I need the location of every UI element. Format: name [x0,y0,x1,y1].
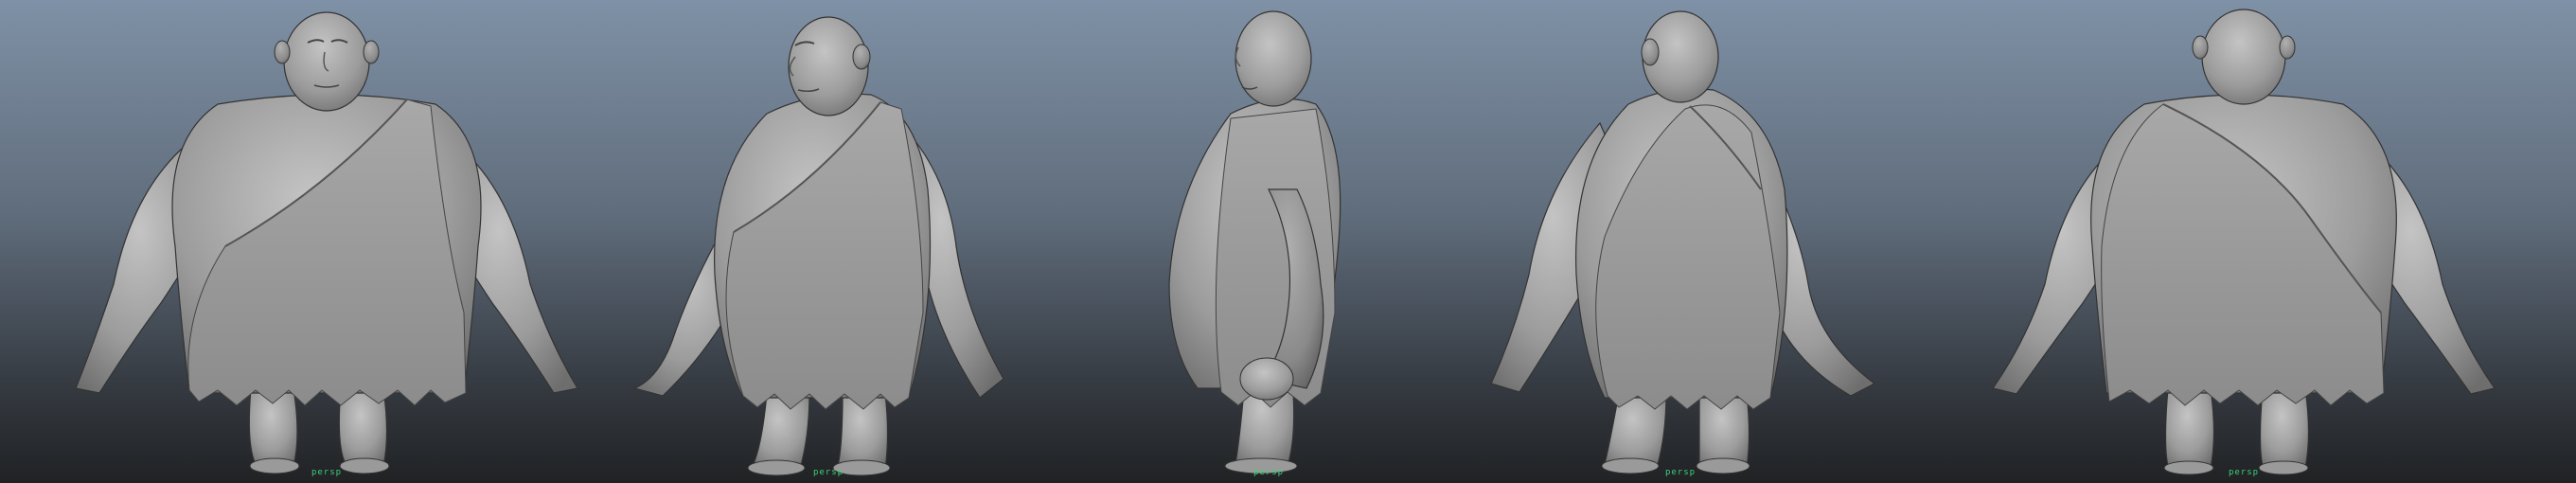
model-view-front[interactable]: persp [57,0,596,483]
model-view-back[interactable]: persp [1979,0,2509,483]
pivot-label: persp [1664,468,1697,477]
model-view-three-quarter[interactable]: persp [625,0,1041,483]
pivot-label: persp [1252,468,1285,477]
model-view-side[interactable]: persp [1155,0,1382,483]
pivot-label: persp [812,468,844,477]
3d-viewport[interactable]: persp persp persp persp persp [0,0,2576,483]
pivot-label: persp [311,468,343,477]
pivot-label: persp [2228,468,2260,477]
model-view-three-quarter-back[interactable]: persp [1477,0,1912,483]
